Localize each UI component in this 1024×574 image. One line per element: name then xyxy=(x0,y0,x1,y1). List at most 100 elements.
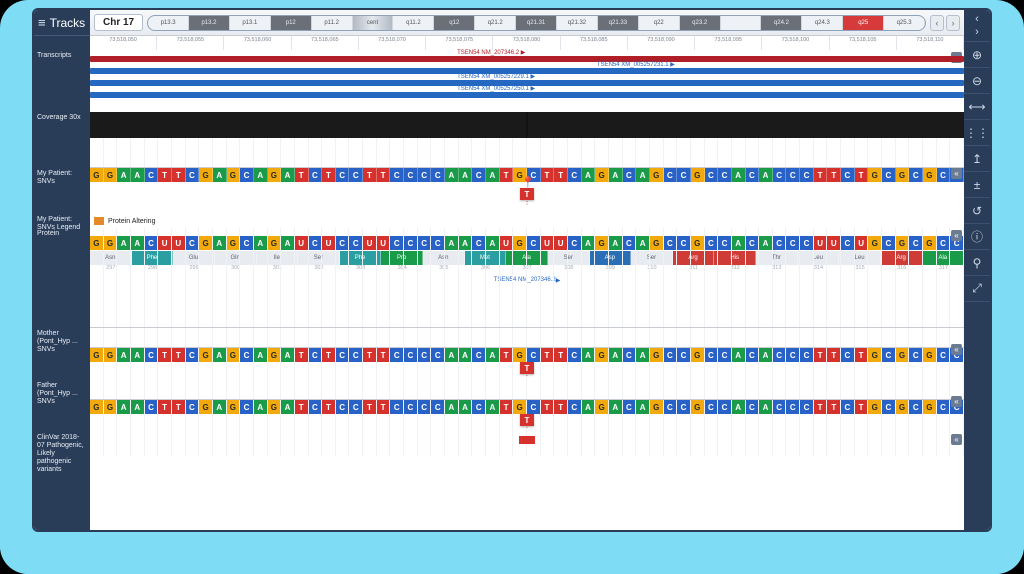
transcript-label[interactable]: TSEN54 XM_005257229.1 ▶ xyxy=(457,73,535,80)
track-transcripts[interactable]: « TSEN54 NM_207346.2 ▶TSEN54 XM_00525723… xyxy=(90,50,964,112)
zoom-in-icon[interactable]: ⊕ xyxy=(964,42,990,68)
collapse-icon[interactable]: « xyxy=(951,230,962,241)
spacer-1 xyxy=(34,138,90,168)
ruler-tick: 73,518,060 xyxy=(224,36,291,50)
pin-icon[interactable]: ⚲ xyxy=(964,250,990,276)
track-label-coverage[interactable]: Coverage 30x xyxy=(34,112,90,138)
track-label-mother[interactable]: Mother (Pont_Hyp ... SNVs xyxy=(34,328,90,380)
ideogram-band[interactable]: p11.2 xyxy=(312,16,353,30)
collapse-icon[interactable]: « xyxy=(951,396,962,407)
track-label-father[interactable]: Father (Pont_Hyp ... SNVs xyxy=(34,380,90,432)
base-cell: T xyxy=(295,168,309,182)
legend-chip-protein-altering xyxy=(94,217,104,225)
track-label-patient-snv[interactable]: My Patient: SNVs xyxy=(34,168,90,214)
father-variant-box[interactable]: T · xyxy=(520,414,534,431)
ideogram-band[interactable]: q23.2 xyxy=(680,16,721,30)
mother-variant-box[interactable]: T · xyxy=(520,362,534,379)
hamburger-icon[interactable]: ≡ xyxy=(38,16,46,29)
base-cell: T xyxy=(855,168,869,182)
nav-right-icon[interactable]: › xyxy=(946,15,960,31)
base-cell: C xyxy=(145,168,159,182)
chromosome-ideogram[interactable]: p13.3p13.2p13.1p12p11.2centq11.2q12q21.2… xyxy=(147,15,926,31)
ideogram-band[interactable]: q11.2 xyxy=(393,16,434,30)
track-coverage[interactable] xyxy=(90,112,964,138)
ideogram-band[interactable]: q25.3 xyxy=(884,16,925,30)
genomic-ruler: 73,518,05073,518,05573,518,06073,518,065… xyxy=(90,36,964,50)
track-label-transcripts[interactable]: Transcripts xyxy=(34,50,90,112)
track-label-column: ≡ Tracks Transcripts Coverage 30x My Pat… xyxy=(34,10,90,530)
transcript-label[interactable]: TSEN54 XM_005257250.1 ▶ xyxy=(457,85,535,92)
base-cell: C xyxy=(240,168,254,182)
base-cell: C xyxy=(705,168,719,182)
collapse-icon[interactable]: « xyxy=(951,168,962,179)
base-cell: C xyxy=(472,168,486,182)
grid-icon[interactable]: ⋮⋮ xyxy=(964,120,990,146)
track-mother-snv[interactable]: GGAACTTCGAGCAGATCTCCTTCCCCAACATGCTTCAGAC… xyxy=(90,328,964,380)
transcript-label[interactable]: TSEN54 XM_005257231.1 ▶ xyxy=(597,61,675,68)
ideogram-band[interactable] xyxy=(721,16,762,30)
ideogram-band[interactable]: q24.2 xyxy=(761,16,802,30)
ideogram-band[interactable]: q24.3 xyxy=(802,16,843,30)
track-label-protein[interactable]: Protein xyxy=(34,228,90,242)
base-cell: G xyxy=(104,168,118,182)
nav-left-icon[interactable]: ‹ xyxy=(930,15,944,31)
track-patient-snv[interactable]: GGAACTTCGAGCAGATCTCCTTCCCCAACATGCTTCAGAC… xyxy=(90,168,964,214)
undo-icon[interactable]: ↺ xyxy=(964,198,990,224)
base-cell: T xyxy=(500,168,514,182)
ideogram-band[interactable]: q12 xyxy=(434,16,475,30)
variant-box[interactable]: T ⋮ xyxy=(520,188,534,205)
chromosome-name[interactable]: Chr 17 xyxy=(94,14,143,31)
device-base xyxy=(0,538,1024,574)
transcript-bar[interactable] xyxy=(90,56,964,62)
info-icon[interactable]: ⓘ xyxy=(964,224,990,250)
chromosome-bar: Chr 17 p13.3p13.2p13.1p12p11.2centq11.2q… xyxy=(90,10,964,36)
app-title: Tracks xyxy=(50,16,86,30)
collapse-icon[interactable]: « xyxy=(951,434,962,445)
base-cell: G xyxy=(923,168,937,182)
base-cell: A xyxy=(131,168,145,182)
base-cell: A xyxy=(213,168,227,182)
ideogram-band[interactable]: q21.2 xyxy=(475,16,516,30)
track-protein[interactable]: GGAACUUCGAGCAGAUCUCCUUCCCCAACAUGCUUCAGAC… xyxy=(90,228,964,328)
base-cell: C xyxy=(718,168,732,182)
base-cell: G xyxy=(90,168,104,182)
tracks-header[interactable]: ≡ Tracks xyxy=(34,10,90,36)
base-cell: A xyxy=(281,168,295,182)
ruler-tick: 73,518,095 xyxy=(695,36,762,50)
ideogram-band[interactable]: p12 xyxy=(271,16,312,30)
device-frame: ≡ Tracks Transcripts Coverage 30x My Pat… xyxy=(0,0,1024,574)
ideogram-band[interactable]: q21.33 xyxy=(598,16,639,30)
adjust-icon[interactable]: ± xyxy=(964,172,990,198)
expand-icon[interactable]: ⤢ xyxy=(964,276,990,302)
toolbar-nav[interactable]: ‹› xyxy=(964,10,990,42)
zoom-out-icon[interactable]: ⊖ xyxy=(964,68,990,94)
ideogram-band[interactable]: cent xyxy=(353,16,394,30)
ruler-tick: 73,518,100 xyxy=(762,36,829,50)
ideogram-band[interactable]: q22 xyxy=(639,16,680,30)
collapse-icon[interactable]: « xyxy=(951,344,962,355)
track-father-snv[interactable]: GGAACTTCGAGCAGATCTCCTTCCCCAACATGCTTCAGAC… xyxy=(90,380,964,432)
transcript-bar[interactable] xyxy=(90,92,964,98)
ruler-tick: 73,518,105 xyxy=(830,36,897,50)
ideogram-band[interactable]: p13.1 xyxy=(230,16,271,30)
base-cell: C xyxy=(568,168,582,182)
track-clinvar[interactable]: « xyxy=(90,432,964,456)
ideogram-band[interactable]: p13.3 xyxy=(148,16,189,30)
base-cell: C xyxy=(390,168,404,182)
base-cell: A xyxy=(254,168,268,182)
ideogram-band[interactable]: p13.2 xyxy=(189,16,230,30)
ideogram-band[interactable]: q21.31 xyxy=(516,16,557,30)
base-cell: C xyxy=(882,168,896,182)
track-label-clinvar[interactable]: ClinVar 2018-07 Pathogenic, Likely patho… xyxy=(34,432,90,492)
ideogram-band[interactable]: q25 xyxy=(843,16,884,30)
clinvar-variant-mark[interactable] xyxy=(519,436,535,444)
track-label-patient-legend[interactable]: My Patient: SNVs Legend xyxy=(34,214,90,228)
legend-text: Protein Altering xyxy=(108,218,155,225)
base-cell: T xyxy=(158,168,172,182)
cursor-icon[interactable]: ↥ xyxy=(964,146,990,172)
ideogram-band[interactable]: q21.32 xyxy=(557,16,598,30)
base-cell: C xyxy=(773,168,787,182)
transcript-label[interactable]: TSEN54 NM_207346.2 ▶ xyxy=(457,49,525,56)
ruler-icon[interactable]: ⟷ xyxy=(964,94,990,120)
base-cell: G xyxy=(199,168,213,182)
